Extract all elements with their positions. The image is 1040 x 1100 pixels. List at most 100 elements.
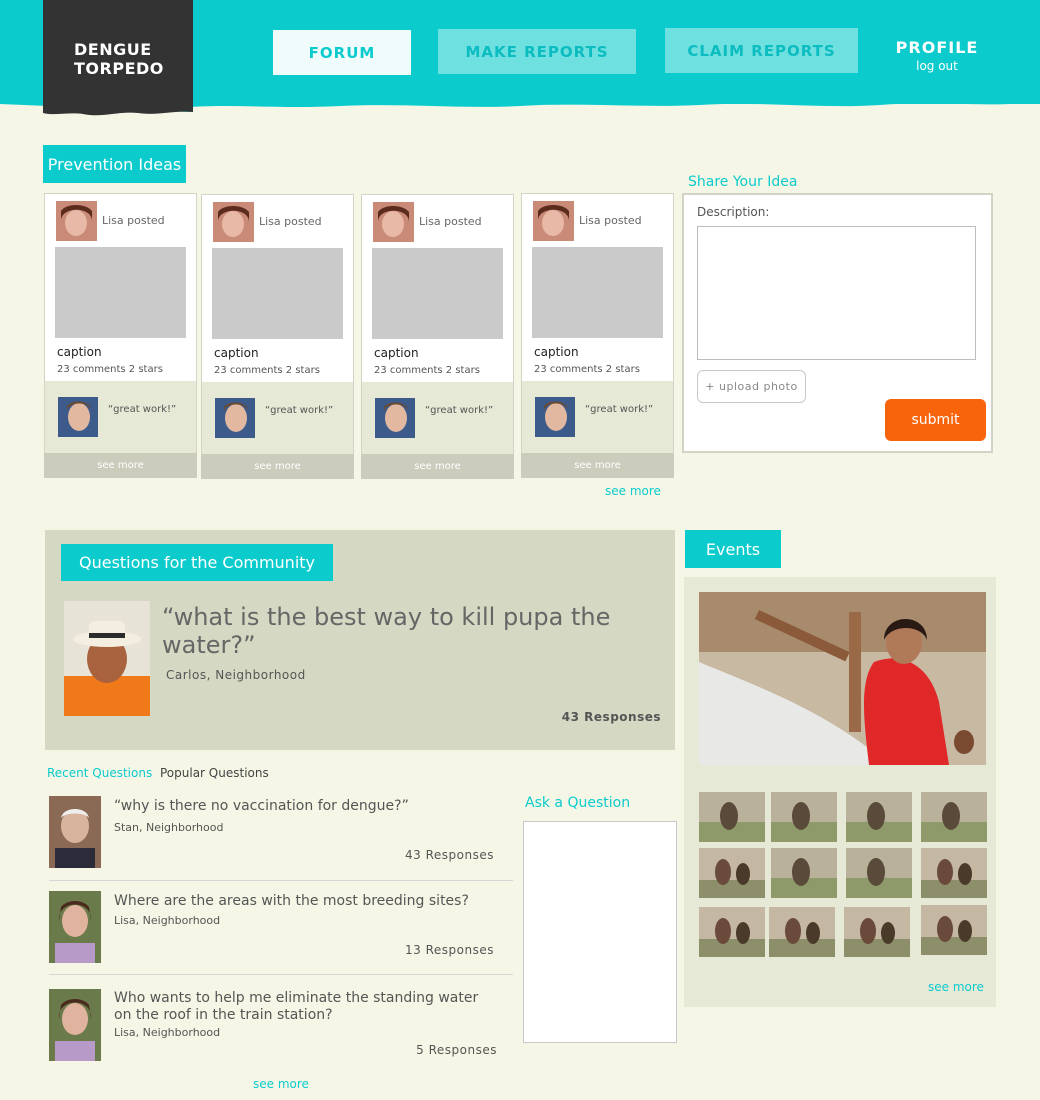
question-list-item[interactable]: “why is there no vaccination for dengue?… (47, 796, 513, 872)
logo-line-1: DENGUE (74, 40, 152, 59)
card-see-more[interactable]: see more (521, 453, 674, 478)
posted-by: Lisa posted (419, 215, 482, 228)
question-author-avatar (49, 796, 101, 868)
idea-caption: caption (214, 346, 259, 360)
idea-caption: caption (57, 345, 102, 359)
event-thumbnail[interactable] (846, 792, 912, 842)
logout-link[interactable]: log out (888, 59, 986, 73)
list-divider (49, 974, 513, 975)
question-text[interactable]: Who wants to help me eliminate the stand… (114, 990, 494, 1024)
questions-see-more[interactable]: see more (253, 1077, 309, 1091)
prevention-ideas-title: Prevention Ideas (43, 145, 186, 183)
comment-area: “great work!” (202, 382, 353, 454)
event-thumbnail[interactable] (771, 848, 837, 898)
idea-card[interactable]: Lisa posted caption 23 comments 2 stars … (201, 194, 354, 479)
comment-area: “great work!” (45, 381, 196, 453)
idea-stats: 23 comments 2 stars (374, 365, 480, 376)
share-idea-title: Share Your Idea (688, 174, 798, 190)
question-text[interactable]: Where are the areas with the most breedi… (114, 893, 494, 910)
question-list-item[interactable]: Where are the areas with the most breedi… (47, 891, 513, 967)
questions-title: Questions for the Community (61, 544, 333, 581)
question-text[interactable]: “why is there no vaccination for dengue?… (114, 798, 494, 815)
idea-photo-placeholder[interactable] (55, 247, 186, 338)
idea-photo-placeholder[interactable] (532, 247, 663, 338)
event-thumbnail[interactable] (699, 848, 765, 898)
event-thumbnail[interactable] (846, 848, 912, 898)
upload-photo-button[interactable]: + upload photo (697, 370, 806, 403)
question-author: Stan, Neighborhood (114, 821, 224, 834)
idea-caption: caption (374, 346, 419, 360)
nav-claim-reports-button[interactable]: CLAIM REPORTS (665, 28, 858, 73)
event-thumbnail[interactable] (921, 905, 987, 955)
prevention-see-more[interactable]: see more (605, 484, 661, 498)
idea-stats: 23 comments 2 stars (57, 364, 163, 375)
event-thumbnail[interactable] (844, 907, 910, 957)
commenter-avatar (215, 398, 255, 438)
featured-question-author-photo (64, 601, 150, 716)
profile-link[interactable]: PROFILE (888, 38, 986, 57)
commenter-avatar (535, 397, 575, 437)
commenter-avatar (375, 398, 415, 438)
events-panel: see more (684, 577, 996, 1007)
posted-by: Lisa posted (579, 214, 642, 227)
description-label: Description: (697, 205, 770, 219)
events-see-more[interactable]: see more (928, 980, 984, 994)
poster-avatar (56, 201, 97, 241)
logo-text[interactable]: DENGUE TORPEDO (74, 40, 194, 78)
card-see-more[interactable]: see more (201, 454, 354, 479)
comment-text: “great work!” (265, 405, 334, 416)
poster-avatar (213, 202, 254, 242)
featured-question-author: Carlos, Neighborhood (166, 668, 306, 682)
ask-question-input[interactable] (523, 821, 677, 1043)
card-see-more[interactable]: see more (361, 454, 514, 479)
card-see-more[interactable]: see more (44, 453, 197, 478)
event-thumbnail[interactable] (921, 792, 987, 842)
event-thumbnail[interactable] (769, 907, 835, 957)
event-thumbnail[interactable] (699, 792, 765, 842)
featured-question-text[interactable]: “what is the best way to kill pupa the w… (162, 603, 642, 659)
poster-avatar (533, 201, 574, 241)
tab-popular-questions[interactable]: Popular Questions (160, 766, 269, 780)
logo-line-2: TORPEDO (74, 59, 164, 78)
question-author-avatar (49, 891, 101, 963)
posted-by: Lisa posted (259, 215, 322, 228)
share-idea-form: Description: + upload photo submit (682, 193, 993, 453)
event-main-photo[interactable] (699, 592, 986, 765)
idea-caption: caption (534, 345, 579, 359)
question-list-item[interactable]: Who wants to help me eliminate the stand… (47, 989, 513, 1065)
tab-recent-questions[interactable]: Recent Questions (47, 766, 152, 780)
event-thumbnail[interactable] (699, 907, 765, 957)
question-responses[interactable]: 43 Responses (405, 848, 494, 862)
question-author: Lisa, Neighborhood (114, 1026, 221, 1039)
idea-photo-placeholder[interactable] (372, 248, 503, 339)
poster-avatar (373, 202, 414, 242)
nav-make-reports-button[interactable]: MAKE REPORTS (438, 29, 636, 74)
nav-forum-button[interactable]: FORUM (273, 30, 411, 75)
idea-card[interactable]: Lisa posted caption 23 comments 2 stars … (44, 193, 197, 478)
idea-card[interactable]: Lisa posted caption 23 comments 2 stars … (521, 193, 674, 478)
idea-stats: 23 comments 2 stars (214, 365, 320, 376)
comment-area: “great work!” (362, 382, 513, 454)
comment-text: “great work!” (585, 404, 654, 415)
event-thumbnail[interactable] (771, 792, 837, 842)
posted-by: Lisa posted (102, 214, 165, 227)
events-title: Events (685, 530, 781, 568)
idea-stats: 23 comments 2 stars (534, 364, 640, 375)
featured-question-responses[interactable]: 43 Responses (562, 710, 661, 724)
submit-button[interactable]: submit (885, 399, 986, 441)
question-responses[interactable]: 5 Responses (416, 1043, 497, 1057)
list-divider (49, 880, 513, 881)
comment-text: “great work!” (425, 405, 494, 416)
question-author-avatar (49, 989, 101, 1061)
comment-area: “great work!” (522, 381, 673, 453)
profile-menu: PROFILE log out (888, 38, 986, 73)
idea-photo-placeholder[interactable] (212, 248, 343, 339)
ask-question-title: Ask a Question (525, 795, 631, 811)
description-input[interactable] (697, 226, 976, 360)
comment-text: “great work!” (108, 404, 177, 415)
question-responses[interactable]: 13 Responses (405, 943, 494, 957)
event-thumbnail[interactable] (921, 848, 987, 898)
question-author: Lisa, Neighborhood (114, 914, 221, 927)
commenter-avatar (58, 397, 98, 437)
idea-card[interactable]: Lisa posted caption 23 comments 2 stars … (361, 194, 514, 479)
